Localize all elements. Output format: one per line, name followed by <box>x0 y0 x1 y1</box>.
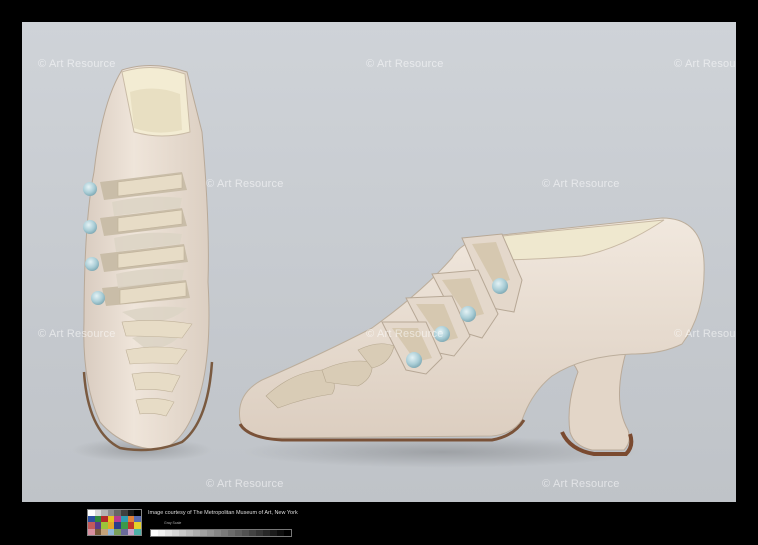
color-swatch <box>107 528 115 535</box>
color-swatch <box>120 528 128 535</box>
gray-scale-bar <box>150 529 292 537</box>
gray-step <box>186 530 193 536</box>
watermark-text: © Art Resource <box>366 328 444 340</box>
button-bead <box>406 352 422 368</box>
color-calibration-chart <box>87 509 142 536</box>
button-bead <box>83 182 97 196</box>
watermark-text: © Art Resource <box>206 178 284 190</box>
color-swatch <box>88 528 95 535</box>
right-shoe <box>238 217 705 456</box>
color-swatch <box>114 528 121 535</box>
gray-scale-label: Gray Scale <box>164 521 182 525</box>
gray-step <box>277 530 284 536</box>
watermark-text: © Art Resource <box>366 58 444 70</box>
gray-step <box>207 530 214 536</box>
gray-step <box>193 530 200 536</box>
gray-step <box>256 530 263 536</box>
watermark-text: © Art Resource <box>38 58 116 70</box>
gray-step <box>200 530 207 536</box>
watermark-text: © Art Resource <box>206 478 284 490</box>
gray-step <box>270 530 277 536</box>
gray-step <box>228 530 235 536</box>
gray-step <box>214 530 221 536</box>
color-swatch <box>134 528 141 535</box>
color-swatch <box>94 528 102 535</box>
gray-step <box>235 530 242 536</box>
artwork-photo: © Art Resource © Art Resource © Art Reso… <box>22 22 736 502</box>
watermark-text: © Art Resource <box>542 178 620 190</box>
watermark-text: © Art Resource <box>674 328 736 340</box>
gray-step <box>242 530 249 536</box>
gray-step <box>151 530 158 536</box>
gray-step <box>165 530 172 536</box>
button-bead <box>460 306 476 322</box>
gray-step <box>172 530 179 536</box>
gray-step <box>284 530 291 536</box>
gray-step <box>179 530 186 536</box>
watermark-text: © Art Resource <box>542 478 620 490</box>
button-bead <box>91 291 105 305</box>
left-shoe <box>82 64 214 452</box>
button-bead <box>83 220 97 234</box>
color-swatch <box>127 528 135 535</box>
shoes-illustration <box>72 64 705 468</box>
gray-step <box>158 530 165 536</box>
gray-step <box>221 530 228 536</box>
button-bead <box>85 257 99 271</box>
image-credit: Image courtesy of The Metropolitan Museu… <box>148 510 298 516</box>
gray-step <box>263 530 270 536</box>
watermark-text: © Art Resource <box>38 328 116 340</box>
watermark-text: © Art Resource <box>674 58 736 70</box>
gray-step <box>249 530 256 536</box>
color-swatch <box>101 528 108 535</box>
button-bead <box>492 278 508 294</box>
